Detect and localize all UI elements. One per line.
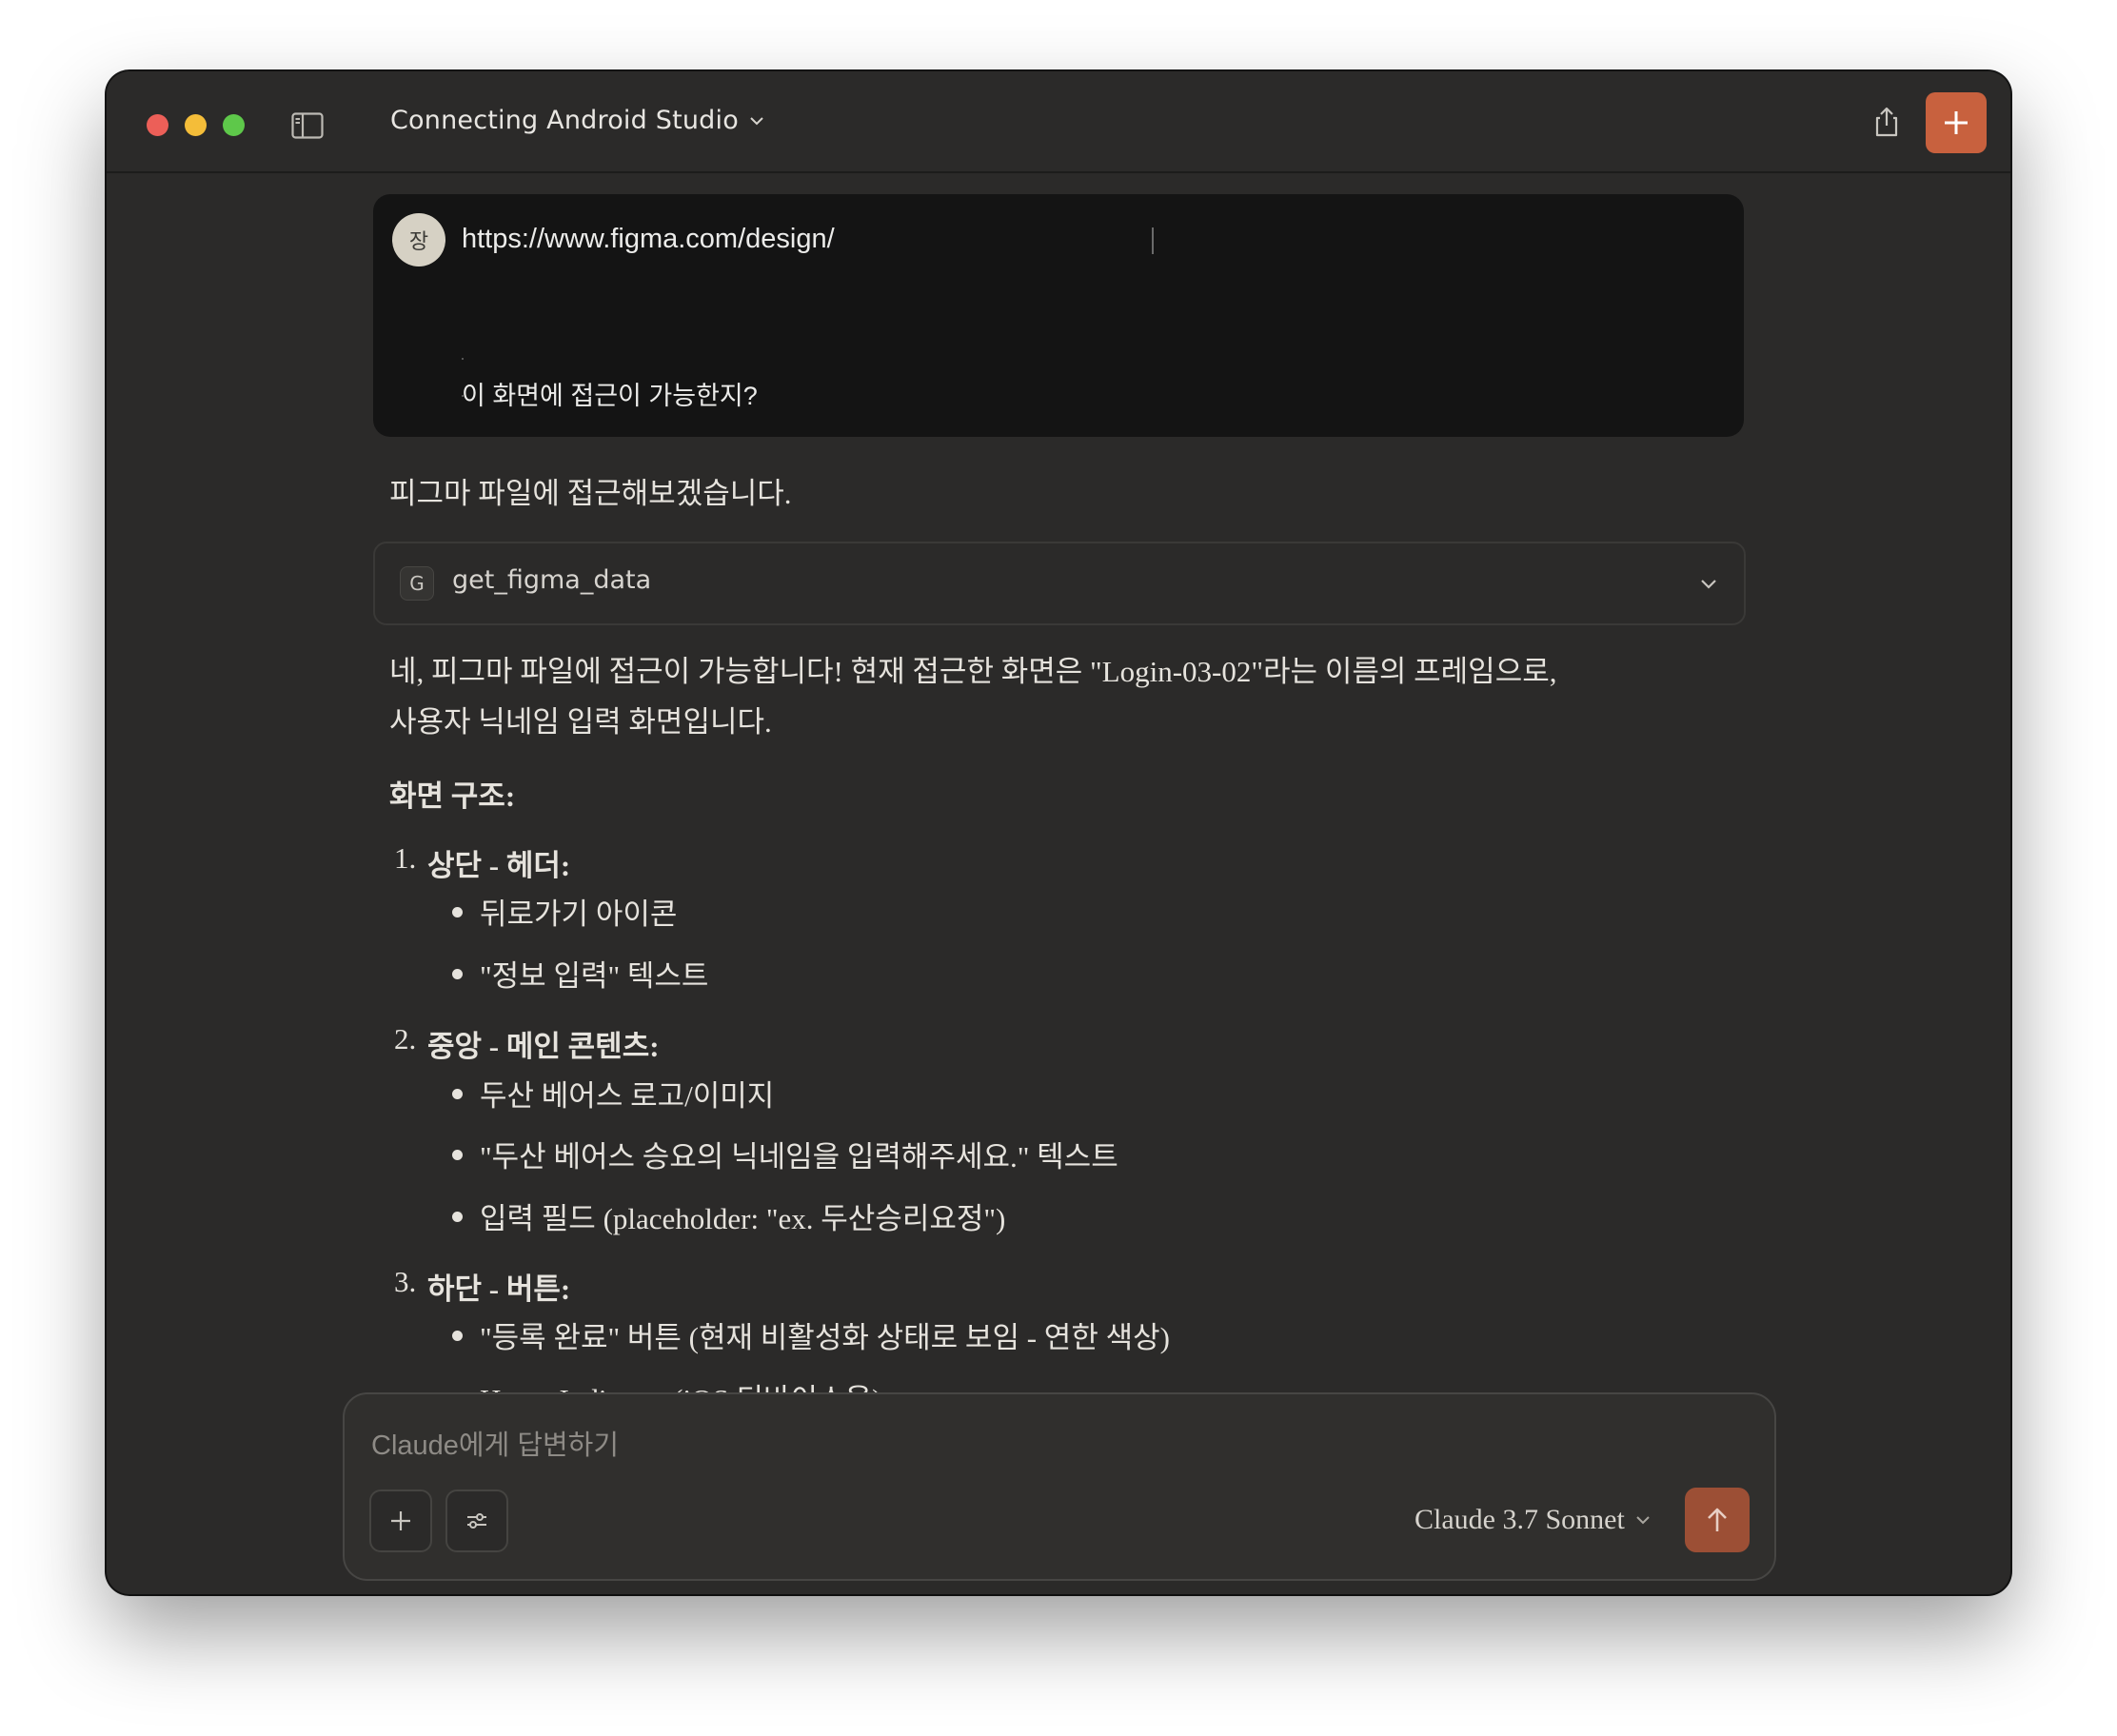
share-icon[interactable] xyxy=(1870,105,1904,139)
bullet-dot xyxy=(452,1331,463,1341)
chevron-down-icon xyxy=(750,116,763,125)
list-item: 뒤로가기 아이콘 xyxy=(480,898,678,931)
list-item: "등록 완료" 버튼 (현재 비활성화 상태로 보임 - 연한 색상) xyxy=(480,1321,1170,1354)
user-message: 장 https://www.figma.com/design/ 이 화면에 접근… xyxy=(373,194,1744,437)
chevron-down-icon[interactable] xyxy=(1698,573,1719,594)
plus-icon xyxy=(391,1511,410,1530)
title-bar: Connecting Android Studio xyxy=(107,71,2010,173)
app-window: Connecting Android Studio 장 https://www.… xyxy=(107,71,2010,1594)
assistant-intro: 피그마 파일에 접근해보겠습니다. xyxy=(389,477,792,510)
tool-call-panel[interactable]: G get_figma_data xyxy=(373,542,1746,625)
tool-name: get_figma_data xyxy=(452,565,652,595)
list-item: "두산 베어스 승요의 닉네임을 입력해주세요." 텍스트 xyxy=(480,1140,1118,1174)
user-message-question: 이 화면에 접근이 가능한지? xyxy=(462,382,758,410)
send-button[interactable] xyxy=(1685,1488,1750,1552)
section-title: 중앙 - 메인 콘텐츠: xyxy=(427,1030,660,1063)
minimize-window-button[interactable] xyxy=(185,114,207,136)
bullet-dot xyxy=(452,1089,463,1099)
text-cursor xyxy=(1152,227,1154,254)
model-name: Claude 3.7 Sonnet xyxy=(1415,1504,1625,1535)
user-message-url[interactable]: https://www.figma.com/design/ xyxy=(462,224,835,255)
model-selector[interactable]: Claude 3.7 Sonnet xyxy=(1415,1504,1652,1536)
assistant-answer-line1: 네, 피그마 파일에 접근이 가능합니다! 현재 접근한 화면은 "Login-… xyxy=(389,655,1557,688)
conversation-title-dropdown[interactable]: Connecting Android Studio xyxy=(390,106,765,135)
assistant-answer-line2: 사용자 닉네임 입력 화면입니다. xyxy=(389,705,772,739)
sliders-icon xyxy=(467,1513,486,1529)
conversation-title: Connecting Android Studio xyxy=(390,106,739,135)
section-title: 하단 - 버튼: xyxy=(427,1272,571,1306)
close-window-button[interactable] xyxy=(147,114,168,136)
list-item: 두산 베어스 로고/이미지 xyxy=(480,1079,775,1113)
tools-settings-button[interactable] xyxy=(445,1489,508,1552)
bullet-dot xyxy=(452,1212,463,1222)
plus-icon xyxy=(1945,111,1968,134)
message-composer[interactable]: Claude에게 답변하기 Claude 3.7 Sonnet xyxy=(343,1392,1776,1581)
bullet-dot xyxy=(452,907,463,917)
avatar: 장 xyxy=(392,213,445,266)
add-attachment-button[interactable] xyxy=(369,1489,432,1552)
zoom-window-button[interactable] xyxy=(223,114,245,136)
section-number: 1. xyxy=(394,841,417,875)
section-title: 상단 - 헤더: xyxy=(427,849,571,882)
tool-badge: G xyxy=(400,566,434,601)
chevron-down-icon xyxy=(1636,1516,1650,1525)
faint-mark xyxy=(462,358,464,360)
bullet-dot xyxy=(452,969,463,979)
list-item: 입력 필드 (placeholder: "ex. 두산승리요정") xyxy=(480,1202,1006,1235)
section-number: 3. xyxy=(394,1265,417,1298)
section-number: 2. xyxy=(394,1022,417,1055)
sidebar-toggle-icon[interactable] xyxy=(291,112,324,139)
composer-placeholder[interactable]: Claude에게 답변하기 xyxy=(371,1423,619,1463)
structure-heading: 화면 구조: xyxy=(389,779,516,813)
new-chat-button[interactable] xyxy=(1926,92,1987,153)
bullet-dot xyxy=(452,1150,463,1160)
list-item: "정보 입력" 텍스트 xyxy=(480,959,709,993)
arrow-up-icon xyxy=(1708,1508,1727,1531)
